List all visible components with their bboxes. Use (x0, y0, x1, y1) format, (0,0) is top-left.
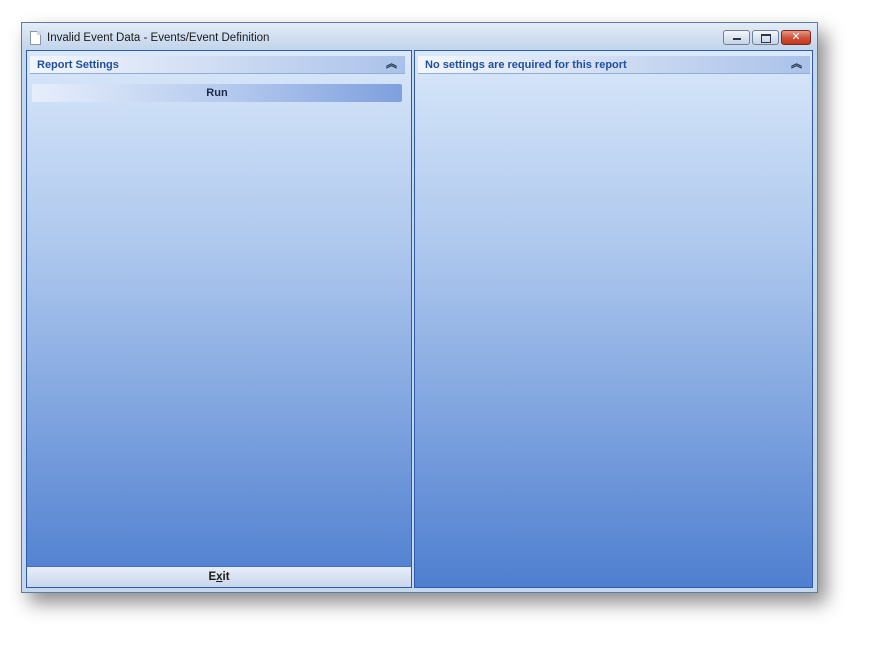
collapse-chevron-icon[interactable]: ︽ (791, 57, 802, 71)
exit-label-suffix: it (222, 571, 230, 583)
caption-buttons: ✕ (721, 30, 811, 47)
window-title: Invalid Event Data - Events/Event Defini… (47, 32, 270, 44)
report-settings-header[interactable]: Report Settings ︽ (30, 56, 405, 74)
maximize-icon (761, 34, 771, 43)
exit-button[interactable]: Exit (27, 566, 411, 587)
close-icon: ✕ (791, 31, 801, 43)
client-area: Report Settings ︽ Run Exit No settings a… (26, 50, 813, 588)
run-button[interactable]: Run (32, 84, 402, 102)
title-bar[interactable]: Invalid Event Data - Events/Event Defini… (22, 23, 817, 50)
exit-label-prefix: E (208, 571, 217, 583)
report-settings-title: Report Settings (37, 59, 119, 71)
report-window: Invalid Event Data - Events/Event Defini… (21, 22, 818, 593)
minimize-button[interactable] (723, 30, 750, 45)
close-button[interactable]: ✕ (781, 30, 811, 45)
document-icon (30, 31, 41, 45)
minimize-icon (733, 38, 741, 40)
report-details-panel: No settings are required for this report… (414, 50, 813, 588)
report-details-title: No settings are required for this report (425, 59, 627, 71)
collapse-chevron-icon[interactable]: ︽ (386, 57, 397, 71)
report-settings-panel: Report Settings ︽ Run Exit (26, 50, 412, 588)
report-details-header[interactable]: No settings are required for this report… (418, 56, 810, 74)
maximize-button[interactable] (752, 30, 779, 45)
